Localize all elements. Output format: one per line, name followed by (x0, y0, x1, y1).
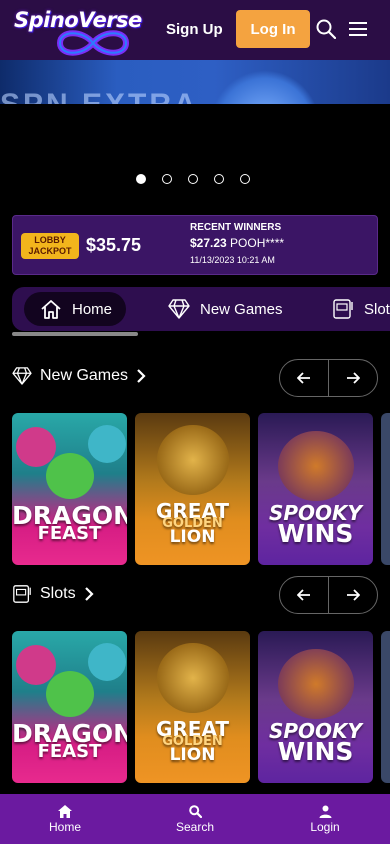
user-icon (319, 805, 331, 818)
recent-winner-amount: $27.23 (190, 236, 227, 250)
next-button[interactable] (329, 360, 377, 396)
recent-winner-entry: $27.23 POOH**** (190, 236, 284, 250)
game-card-great-golden-lion[interactable]: GREAT GOLDEN LION (135, 631, 250, 783)
carousel-dots (136, 174, 250, 184)
jackpot-panel: LOBBY JACKPOT $35.75 RECENT WINNERS $27.… (12, 215, 378, 275)
sign-up-link[interactable]: Sign Up (166, 21, 223, 38)
bottom-nav: Home Search Login (0, 794, 390, 844)
game-title-line2: FEAST (37, 741, 102, 762)
carousel-dot[interactable] (162, 174, 172, 184)
spinoverse-logo[interactable]: SpinoVerse (14, 6, 149, 56)
game-card-spooky-wins[interactable]: SPOOKY WINS (258, 631, 373, 783)
tabs-scrollbar[interactable] (12, 332, 138, 336)
banner-text: SPN EXTRA (0, 88, 199, 104)
game-card-dragon-feast[interactable]: DRAGON FEAST (12, 413, 127, 565)
chevron-right-icon (84, 587, 94, 601)
logo-text: SpinoVerse (14, 8, 142, 32)
banner-glow (210, 70, 320, 104)
jackpot-amount: $35.75 (86, 235, 142, 255)
bottom-nav-login[interactable]: Login (260, 794, 390, 844)
arrow-right-icon (347, 589, 360, 601)
chevron-right-icon (137, 369, 146, 383)
arrow-left-icon (297, 372, 310, 384)
dragon-art (46, 453, 94, 499)
recent-winners-title: RECENT WINNERS (190, 222, 282, 233)
tab-home-label: Home (72, 300, 113, 318)
recent-winner-user: POOH**** (230, 236, 285, 250)
search-icon (188, 804, 202, 818)
arrow-left-icon (297, 589, 310, 601)
arrow-right-icon (347, 372, 360, 384)
game-card-partial[interactable] (381, 413, 390, 565)
tab-home[interactable]: Home (24, 292, 126, 326)
prev-button[interactable] (280, 360, 329, 396)
game-card-great-golden-lion[interactable]: GREAT GOLDEN LION (135, 413, 250, 565)
carousel-dot[interactable] (240, 174, 250, 184)
diamond-icon (168, 299, 190, 319)
section-title-new-games[interactable]: New Games (12, 367, 146, 385)
bottom-nav-label: Home (48, 819, 81, 834)
infinity-logo-icon (56, 30, 130, 56)
game-title-line2: WINS (277, 519, 354, 548)
tab-new-games[interactable]: New Games (168, 292, 283, 326)
dragon-art (88, 643, 126, 681)
promo-banner[interactable]: SPN EXTRA (0, 60, 390, 104)
next-button[interactable] (329, 577, 377, 613)
log-in-button[interactable]: Log In (236, 10, 310, 48)
game-title-line3: LION (169, 527, 216, 547)
slot-machine-icon (13, 585, 31, 603)
slots-carousel-nav (279, 576, 378, 614)
lion-art (157, 643, 229, 713)
section-title-label: Slots (40, 585, 76, 602)
tab-slots[interactable]: Slots (332, 292, 390, 326)
bottom-nav-search[interactable]: Search (130, 794, 260, 844)
slots-row: DRAGON FEAST GREAT GOLDEN LION SPOOKY WI… (12, 631, 390, 783)
hamburger-menu-icon[interactable] (349, 22, 367, 41)
new-games-carousel-nav (279, 359, 378, 397)
diamond-icon (12, 367, 32, 385)
lion-art (157, 425, 229, 495)
recent-winner-date: 11/13/2023 10:21 AM (190, 255, 275, 265)
bottom-nav-label: Search (175, 819, 215, 834)
game-title-line2: WINS (277, 737, 354, 766)
monster-art (278, 431, 354, 501)
carousel-dot[interactable] (136, 174, 146, 184)
home-icon (41, 300, 61, 319)
bottom-nav-home[interactable]: Home (0, 794, 130, 844)
monster-art (278, 649, 354, 719)
section-title-slots[interactable]: Slots (12, 584, 94, 604)
carousel-dot[interactable] (188, 174, 198, 184)
search-icon[interactable] (316, 19, 337, 44)
tab-slots-label: Slots (364, 300, 390, 318)
slot-machine-icon (333, 299, 353, 319)
game-card-dragon-feast[interactable]: DRAGON FEAST (12, 631, 127, 783)
bottom-nav-label: Login (310, 819, 340, 834)
game-title-line3: LION (169, 745, 216, 765)
carousel-dot[interactable] (214, 174, 224, 184)
top-header: SpinoVerse Sign Up Log In (0, 0, 390, 60)
new-games-row: DRAGON FEAST GREAT GOLDEN LION SPOOKY WI… (12, 413, 390, 565)
category-tabs: Home New Games Slots (12, 287, 390, 331)
section-title-label: New Games (40, 367, 129, 384)
game-title-line2: FEAST (37, 523, 102, 544)
game-card-partial[interactable] (381, 631, 390, 783)
home-icon (58, 804, 72, 818)
lobby-jackpot-logo: LOBBY JACKPOT (21, 233, 79, 259)
tab-new-games-label: New Games (200, 300, 283, 318)
prev-button[interactable] (280, 577, 329, 613)
dragon-art (88, 425, 126, 463)
dragon-art (46, 671, 94, 717)
game-card-spooky-wins[interactable]: SPOOKY WINS (258, 413, 373, 565)
